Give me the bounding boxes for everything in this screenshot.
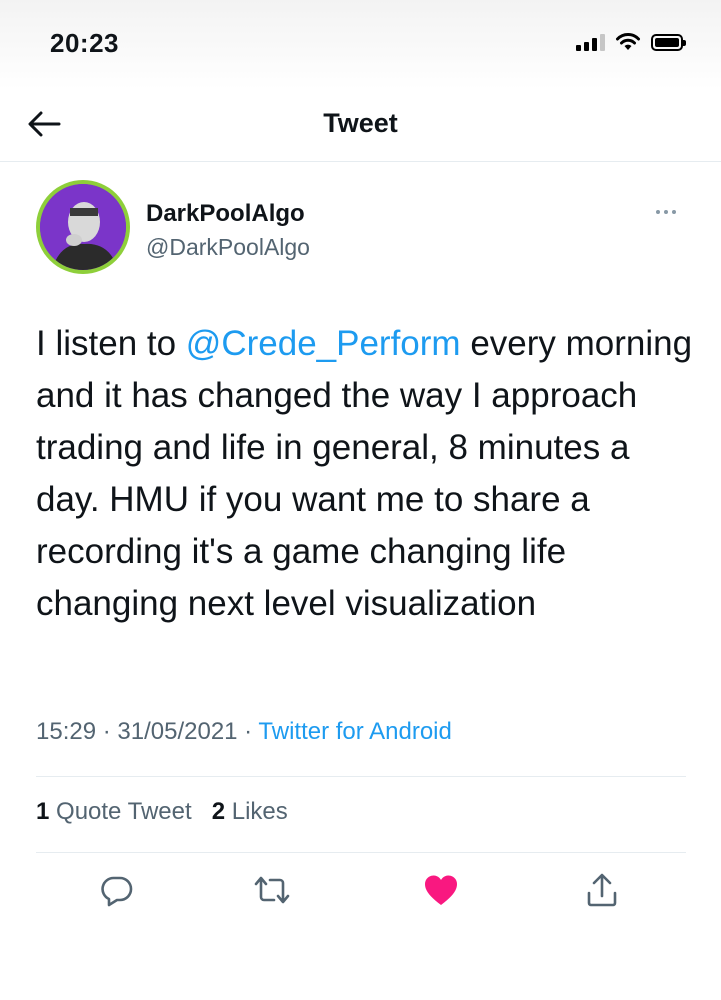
- divider: [36, 776, 686, 777]
- meta-separator: ·: [96, 718, 118, 745]
- likes-count: 2: [211, 798, 226, 825]
- tweet-actions: [0, 868, 721, 918]
- like-button[interactable]: [419, 868, 463, 912]
- quote-count: 1: [36, 798, 50, 825]
- retweet-button[interactable]: [250, 868, 294, 912]
- tweet-meta: 15:29 · 31/05/2021 · Twitter for Android: [36, 718, 452, 746]
- meta-separator: ·: [237, 718, 259, 745]
- mention-link[interactable]: @Crede_Perform: [186, 324, 461, 363]
- quote-tweets-stat[interactable]: 1 Quote Tweet: [36, 798, 192, 825]
- status-icons: [576, 32, 686, 52]
- tweet-text-rest: every morning and it has changed the way…: [36, 324, 693, 623]
- page-title: Tweet: [323, 108, 398, 138]
- tweet-text-start: I listen to: [36, 324, 186, 363]
- wifi-icon: [616, 33, 640, 50]
- share-icon: [587, 873, 617, 907]
- likes-label: Likes: [225, 798, 288, 825]
- reply-icon: [101, 876, 133, 907]
- tweet-time[interactable]: 15:29: [36, 718, 96, 745]
- cellular-signal-icon: [576, 33, 605, 51]
- status-time: 20:23: [50, 28, 119, 58]
- author-handle[interactable]: @DarkPoolAlgo: [146, 234, 310, 261]
- tweet-author: DarkPoolAlgo @DarkPoolAlgo: [36, 180, 686, 280]
- tweet-stats: 1 Quote Tweet 2 Likes: [36, 798, 288, 826]
- more-options-button[interactable]: [646, 202, 686, 222]
- retweet-icon: [254, 876, 290, 904]
- avatar[interactable]: [36, 180, 130, 274]
- reply-button[interactable]: [95, 868, 139, 912]
- share-button[interactable]: [580, 868, 624, 912]
- likes-stat[interactable]: 2 Likes: [212, 798, 288, 825]
- heart-filled-icon: [425, 875, 457, 905]
- quote-label: Quote Tweet: [49, 798, 192, 825]
- tweet-text: I listen to @Crede_Perform every morning…: [36, 318, 696, 630]
- more-horizontal-icon: [656, 210, 660, 214]
- divider: [36, 852, 686, 853]
- author-display-name[interactable]: DarkPoolAlgo: [146, 200, 305, 228]
- battery-icon: [651, 33, 686, 51]
- tweet-date[interactable]: 31/05/2021: [117, 718, 237, 745]
- tweet-source[interactable]: Twitter for Android: [258, 718, 451, 745]
- tweet-header: Tweet: [0, 90, 721, 162]
- avatar-photo: [40, 184, 126, 270]
- status-bar: 20:23: [0, 0, 721, 90]
